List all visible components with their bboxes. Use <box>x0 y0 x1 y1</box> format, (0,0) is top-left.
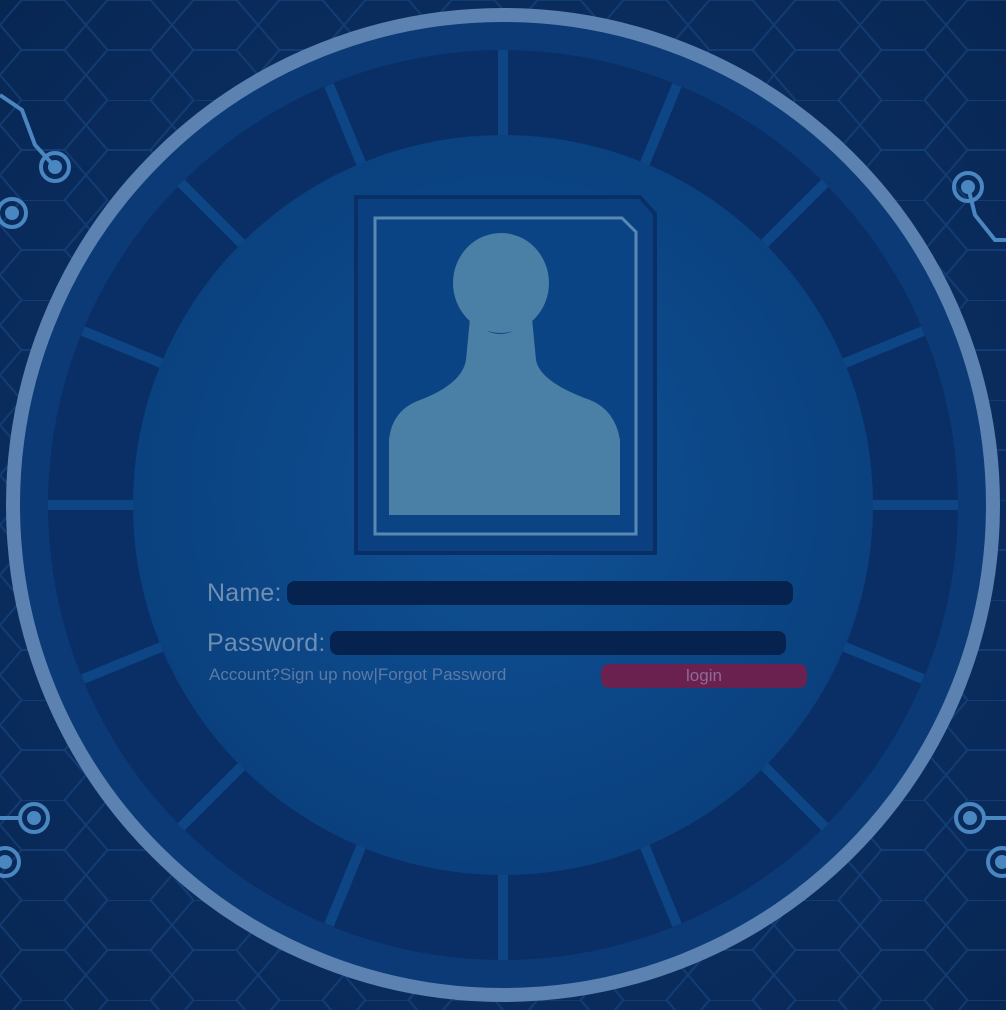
password-label: Password: <box>207 628 326 657</box>
avatar-frame <box>354 195 657 555</box>
name-row: Name: <box>207 578 793 608</box>
background-graphic <box>0 0 1006 1010</box>
name-input[interactable] <box>286 581 793 605</box>
password-input[interactable] <box>329 631 786 655</box>
name-label: Name: <box>207 578 282 607</box>
login-screen: Name: Password: Account? Sign up now | F… <box>0 0 1006 1010</box>
account-prompt: Account? <box>209 665 280 684</box>
login-form: Name: Password: Account? Sign up now | F… <box>207 575 812 695</box>
password-row: Password: <box>207 628 786 658</box>
account-links: Account? Sign up now | Forgot Password <box>209 665 506 685</box>
login-button[interactable]: login <box>601 664 807 688</box>
signup-link[interactable]: Sign up now <box>280 665 374 685</box>
forgot-password-link[interactable]: Forgot Password <box>378 665 507 685</box>
